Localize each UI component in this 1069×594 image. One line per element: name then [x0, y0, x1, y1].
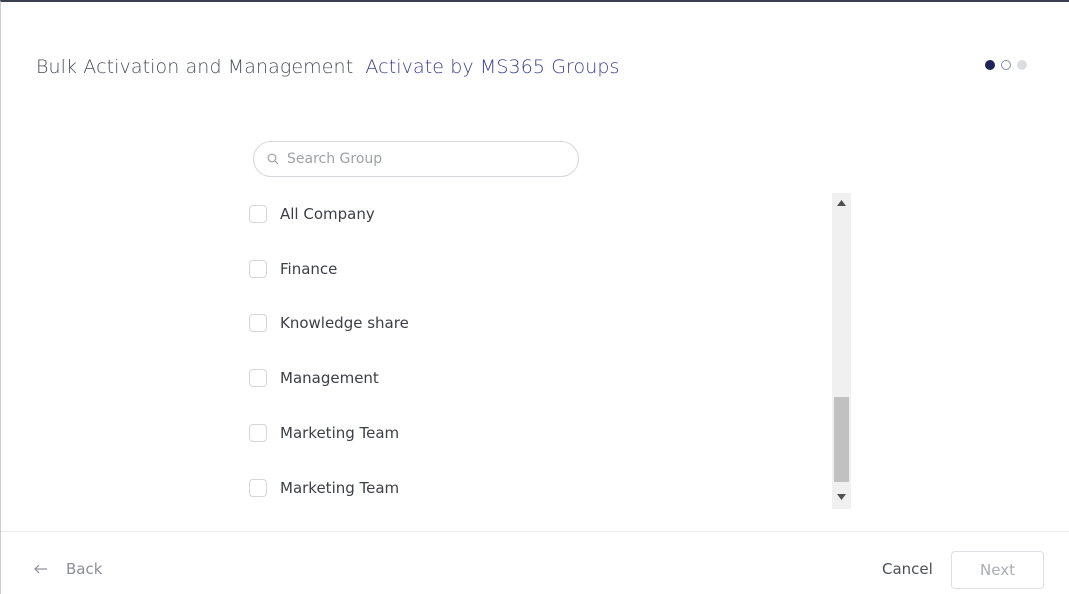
step-dot-3 — [1017, 60, 1027, 70]
group-list[interactable]: All Company Finance Knowledge share Mana… — [249, 187, 852, 511]
group-item-all-company[interactable]: All Company — [249, 202, 375, 226]
group-label: Management — [280, 369, 379, 387]
group-checkbox[interactable] — [249, 205, 267, 223]
group-checkbox[interactable] — [249, 479, 267, 497]
group-item-management[interactable]: Management — [249, 366, 379, 390]
group-item-knowledge-share[interactable]: Knowledge share — [249, 311, 409, 335]
scroll-up-arrow-icon[interactable] — [832, 195, 851, 211]
wizard-title: Bulk Activation and Management — [36, 56, 354, 78]
group-label: Finance — [280, 260, 338, 278]
list-scrollbar[interactable] — [832, 193, 851, 509]
group-checkbox[interactable] — [249, 314, 267, 332]
step-dot-1 — [985, 60, 995, 70]
footer-divider — [1, 531, 1069, 532]
group-item-finance[interactable]: Finance — [249, 257, 337, 281]
group-label: Marketing Team — [280, 479, 400, 497]
back-button[interactable]: Back — [34, 560, 102, 578]
cancel-button[interactable]: Cancel — [882, 560, 933, 578]
step-indicator — [985, 60, 1027, 70]
search-icon — [267, 153, 279, 165]
group-item-marketing-team[interactable]: Marketing Team — [249, 421, 399, 445]
group-checkbox[interactable] — [249, 260, 267, 278]
wizard-subtitle: Activate by MS365 Groups — [365, 56, 620, 78]
group-label: Knowledge share — [280, 314, 409, 332]
group-checkbox[interactable] — [249, 424, 267, 442]
page-title: Bulk Activation and Management Activate … — [36, 56, 620, 78]
group-item-marketing-team-2[interactable]: Marketing Team — [249, 476, 399, 500]
group-checkbox[interactable] — [249, 369, 267, 387]
scroll-thumb[interactable] — [834, 397, 849, 482]
step-dot-2 — [1001, 60, 1011, 70]
back-label: Back — [66, 560, 103, 578]
arrow-left-icon — [34, 564, 47, 574]
wizard-dialog: Bulk Activation and Management Activate … — [0, 0, 1069, 594]
group-label: Marketing Team — [280, 424, 400, 442]
scroll-down-arrow-icon[interactable] — [832, 489, 851, 505]
search-input[interactable] — [285, 150, 559, 168]
next-button[interactable]: Next — [951, 551, 1044, 589]
search-box[interactable] — [253, 141, 579, 177]
group-label: All Company — [280, 205, 375, 223]
